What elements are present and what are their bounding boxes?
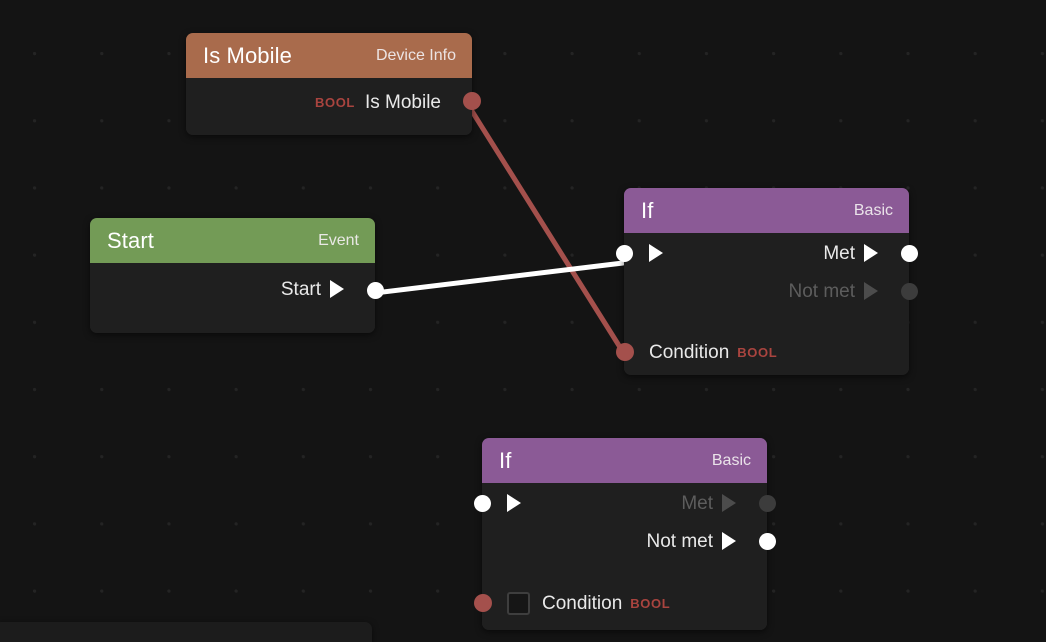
output-label-met: Met (681, 492, 713, 514)
node-partial-offscreen[interactable] (0, 622, 372, 642)
row-exec-in-and-met[interactable]: Met (616, 233, 918, 273)
exec-triangle-icon (649, 244, 663, 262)
exec-triangle-icon (864, 282, 878, 300)
output-label-is-mobile: Is Mobile (364, 91, 441, 113)
output-port-start-exec[interactable] (367, 282, 384, 299)
condition-checkbox[interactable] (507, 591, 530, 615)
output-port-not-met-exec[interactable] (759, 533, 776, 550)
node-header-start[interactable]: Start Event (90, 218, 375, 263)
type-tag-bool: BOOL (737, 344, 778, 360)
row-not-met[interactable]: Not met (624, 273, 918, 309)
node-category: Basic (853, 201, 893, 219)
output-row-start[interactable]: Start (90, 263, 384, 303)
node-body-if-secondary: Met Not met Condition BOOL (474, 483, 776, 630)
exec-triangle-icon (722, 532, 736, 550)
node-start[interactable]: Start Event Start (90, 218, 384, 333)
output-row-is-mobile[interactable]: BOOL Is Mobile (186, 78, 481, 118)
row-exec-in-and-met[interactable]: Met (474, 483, 776, 523)
node-category: Basic (711, 451, 751, 469)
row-condition-in[interactable]: Condition BOOL (616, 329, 909, 375)
row-not-met[interactable]: Not met (482, 523, 776, 559)
output-port-met-exec[interactable] (759, 495, 776, 512)
exec-triangle-icon (330, 280, 344, 298)
input-port-condition-bool[interactable] (474, 594, 492, 612)
node-body-is-mobile: BOOL Is Mobile (186, 78, 481, 135)
wire-exec-start-to-if[interactable] (372, 260, 626, 296)
node-if-secondary[interactable]: If Basic Met Not met Condition BOOL (474, 438, 776, 630)
node-body-if-primary: Met Not met Condition BOOL (616, 233, 918, 375)
input-port-exec-if-secondary[interactable] (474, 495, 491, 512)
node-header-if-secondary[interactable]: If Basic (482, 438, 767, 483)
output-label-not-met: Not met (788, 280, 855, 302)
node-title: If (641, 197, 654, 223)
output-label-met: Met (823, 242, 855, 264)
output-port-met-exec[interactable] (901, 245, 918, 262)
node-title: If (499, 447, 512, 473)
input-label-condition: Condition (649, 341, 730, 363)
node-is-mobile[interactable]: Is Mobile Device Info BOOL Is Mobile (186, 33, 481, 135)
wire-bool-is-mobile-to-condition[interactable] (467, 105, 626, 355)
node-title: Start (107, 227, 154, 253)
output-port-not-met-exec[interactable] (901, 283, 918, 300)
type-tag-bool: BOOL (630, 595, 671, 611)
output-label-not-met: Not met (646, 530, 713, 552)
exec-triangle-icon (507, 494, 521, 512)
input-port-condition-bool[interactable] (616, 343, 634, 361)
node-if-primary[interactable]: If Basic Met Not met Condition BOOL (616, 188, 918, 375)
output-port-is-mobile-bool[interactable] (463, 92, 481, 110)
exec-triangle-icon (722, 494, 736, 512)
input-port-exec-if-primary[interactable] (616, 245, 633, 262)
node-category: Device Info (375, 46, 456, 64)
type-tag-bool: BOOL (315, 94, 355, 110)
node-body-start: Start (90, 263, 384, 333)
output-label-start: Start (280, 278, 321, 300)
node-category: Event (318, 231, 359, 249)
node-graph-canvas[interactable]: Is Mobile Device Info BOOL Is Mobile Sta… (0, 0, 1046, 642)
row-condition-in[interactable]: Condition BOOL (474, 578, 767, 628)
node-header-is-mobile[interactable]: Is Mobile Device Info (186, 33, 472, 78)
input-label-condition: Condition (542, 592, 623, 614)
node-header-if-primary[interactable]: If Basic (624, 188, 909, 233)
exec-triangle-icon (864, 244, 878, 262)
node-title: Is Mobile (203, 42, 292, 68)
